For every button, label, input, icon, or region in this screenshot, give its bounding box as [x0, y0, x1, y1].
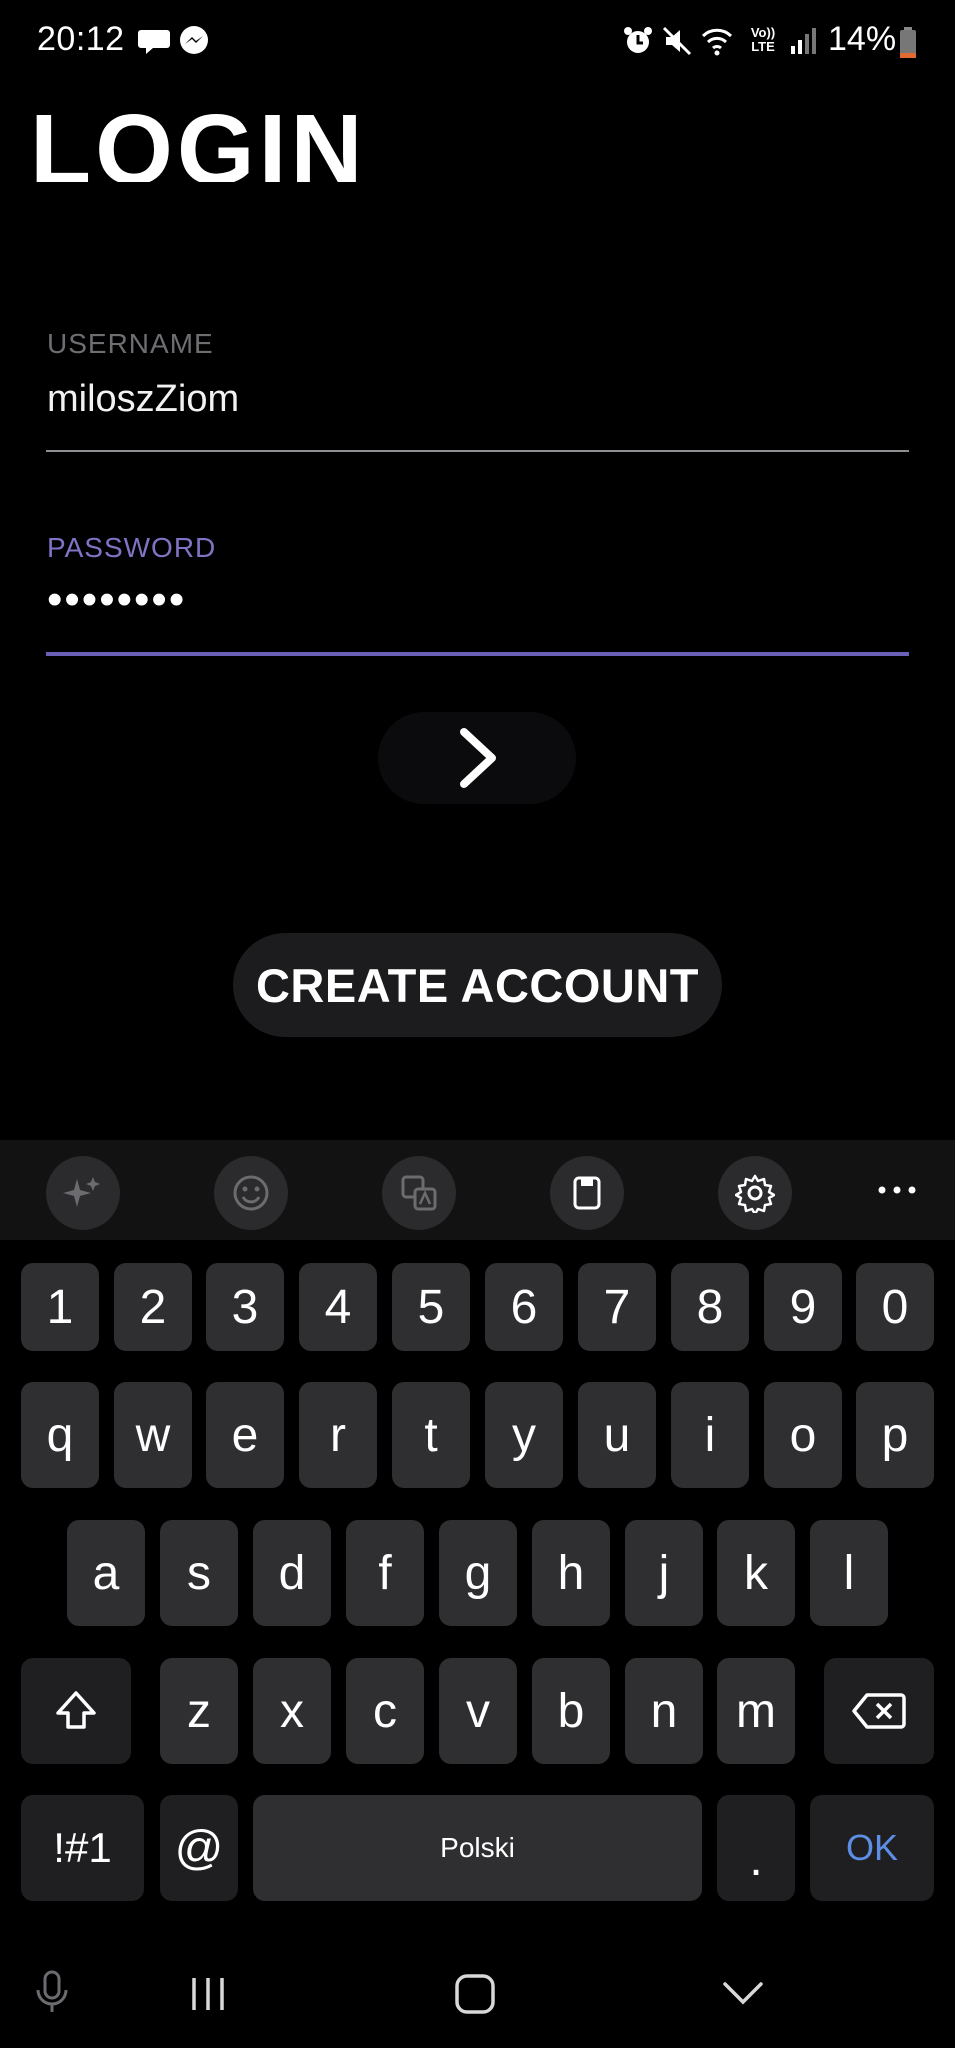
shift-icon — [56, 1691, 96, 1729]
backspace-icon — [852, 1693, 906, 1729]
home-icon[interactable] — [452, 1972, 498, 2016]
mute-icon — [662, 26, 692, 56]
status-time: 20:12 — [37, 20, 125, 58]
key-x[interactable]: x — [253, 1658, 331, 1764]
key-k[interactable]: k — [717, 1520, 795, 1626]
battery-icon — [900, 27, 916, 58]
password-underline — [46, 652, 909, 656]
keyboard-toolbar — [0, 1140, 955, 1240]
create-account-label: CREATE ACCOUNT — [255, 958, 700, 1012]
username-underline — [46, 450, 909, 452]
username-input[interactable]: miloszZiom — [47, 378, 239, 421]
submit-button[interactable] — [378, 712, 576, 804]
key-f[interactable]: f — [346, 1520, 424, 1626]
key-4[interactable]: 4 — [299, 1263, 377, 1351]
translate-icon[interactable] — [382, 1156, 456, 1230]
key-j[interactable]: j — [625, 1520, 703, 1626]
key-8[interactable]: 8 — [671, 1263, 749, 1351]
key-5[interactable]: 5 — [392, 1263, 470, 1351]
key-b[interactable]: b — [532, 1658, 610, 1764]
sparkle-icon[interactable] — [46, 1156, 120, 1230]
key-h[interactable]: h — [532, 1520, 610, 1626]
key-w[interactable]: w — [114, 1382, 192, 1488]
more-icon[interactable] — [870, 1170, 930, 1210]
key-s[interactable]: s — [160, 1520, 238, 1626]
volte-icon: Vo)) LTE — [750, 25, 776, 54]
key-0[interactable]: 0 — [856, 1263, 934, 1351]
username-label: USERNAME — [47, 328, 214, 359]
period-label: . — [749, 1833, 763, 1886]
key-e[interactable]: e — [206, 1382, 284, 1488]
key-6[interactable]: 6 — [485, 1263, 563, 1351]
key-q[interactable]: q — [21, 1382, 99, 1488]
signal-icon — [791, 28, 816, 54]
password-input[interactable]: •••••••• — [47, 575, 186, 625]
status-bar: 20:12 Vo)) LTE 14% — [0, 0, 955, 90]
key-u[interactable]: u — [578, 1382, 656, 1488]
recent-apps-icon[interactable] — [186, 1974, 230, 2014]
period-key[interactable]: . — [717, 1795, 795, 1901]
key-y[interactable]: y — [485, 1382, 563, 1488]
key-i[interactable]: i — [671, 1382, 749, 1488]
key-2[interactable]: 2 — [114, 1263, 192, 1351]
symbols-key[interactable]: !#1 — [21, 1795, 144, 1901]
key-n[interactable]: n — [625, 1658, 703, 1764]
key-c[interactable]: c — [346, 1658, 424, 1764]
password-label: PASSWORD — [47, 532, 217, 563]
key-o[interactable]: o — [764, 1382, 842, 1488]
key-z[interactable]: z — [160, 1658, 238, 1764]
key-p[interactable]: p — [856, 1382, 934, 1488]
battery-percent: 14% — [828, 20, 897, 58]
gear-icon[interactable] — [718, 1156, 792, 1230]
key-d[interactable]: d — [253, 1520, 331, 1626]
key-g[interactable]: g — [439, 1520, 517, 1626]
key-7[interactable]: 7 — [578, 1263, 656, 1351]
at-key[interactable]: @ — [160, 1795, 238, 1901]
key-t[interactable]: t — [392, 1382, 470, 1488]
speech-bubble-icon — [138, 30, 170, 54]
wifi-icon — [701, 28, 733, 56]
space-key[interactable]: Polski — [253, 1795, 702, 1901]
microphone-icon[interactable] — [32, 1968, 72, 2018]
ok-key[interactable]: OK — [810, 1795, 934, 1901]
messenger-icon — [180, 26, 208, 54]
alarm-icon — [624, 27, 652, 53]
key-r[interactable]: r — [299, 1382, 377, 1488]
key-v[interactable]: v — [439, 1658, 517, 1764]
shift-key[interactable] — [21, 1658, 131, 1764]
key-a[interactable]: a — [67, 1520, 145, 1626]
key-3[interactable]: 3 — [206, 1263, 284, 1351]
key-9[interactable]: 9 — [764, 1263, 842, 1351]
backspace-key[interactable] — [824, 1658, 934, 1764]
create-account-button[interactable]: CREATE ACCOUNT — [233, 933, 722, 1037]
back-icon[interactable] — [720, 1976, 766, 2010]
key-m[interactable]: m — [717, 1658, 795, 1764]
key-l[interactable]: l — [810, 1520, 888, 1626]
clipboard-icon[interactable] — [550, 1156, 624, 1230]
key-1[interactable]: 1 — [21, 1263, 99, 1351]
emoji-icon[interactable] — [214, 1156, 288, 1230]
page-title: LOGIN — [30, 100, 367, 182]
chevron-right-icon — [460, 728, 496, 788]
